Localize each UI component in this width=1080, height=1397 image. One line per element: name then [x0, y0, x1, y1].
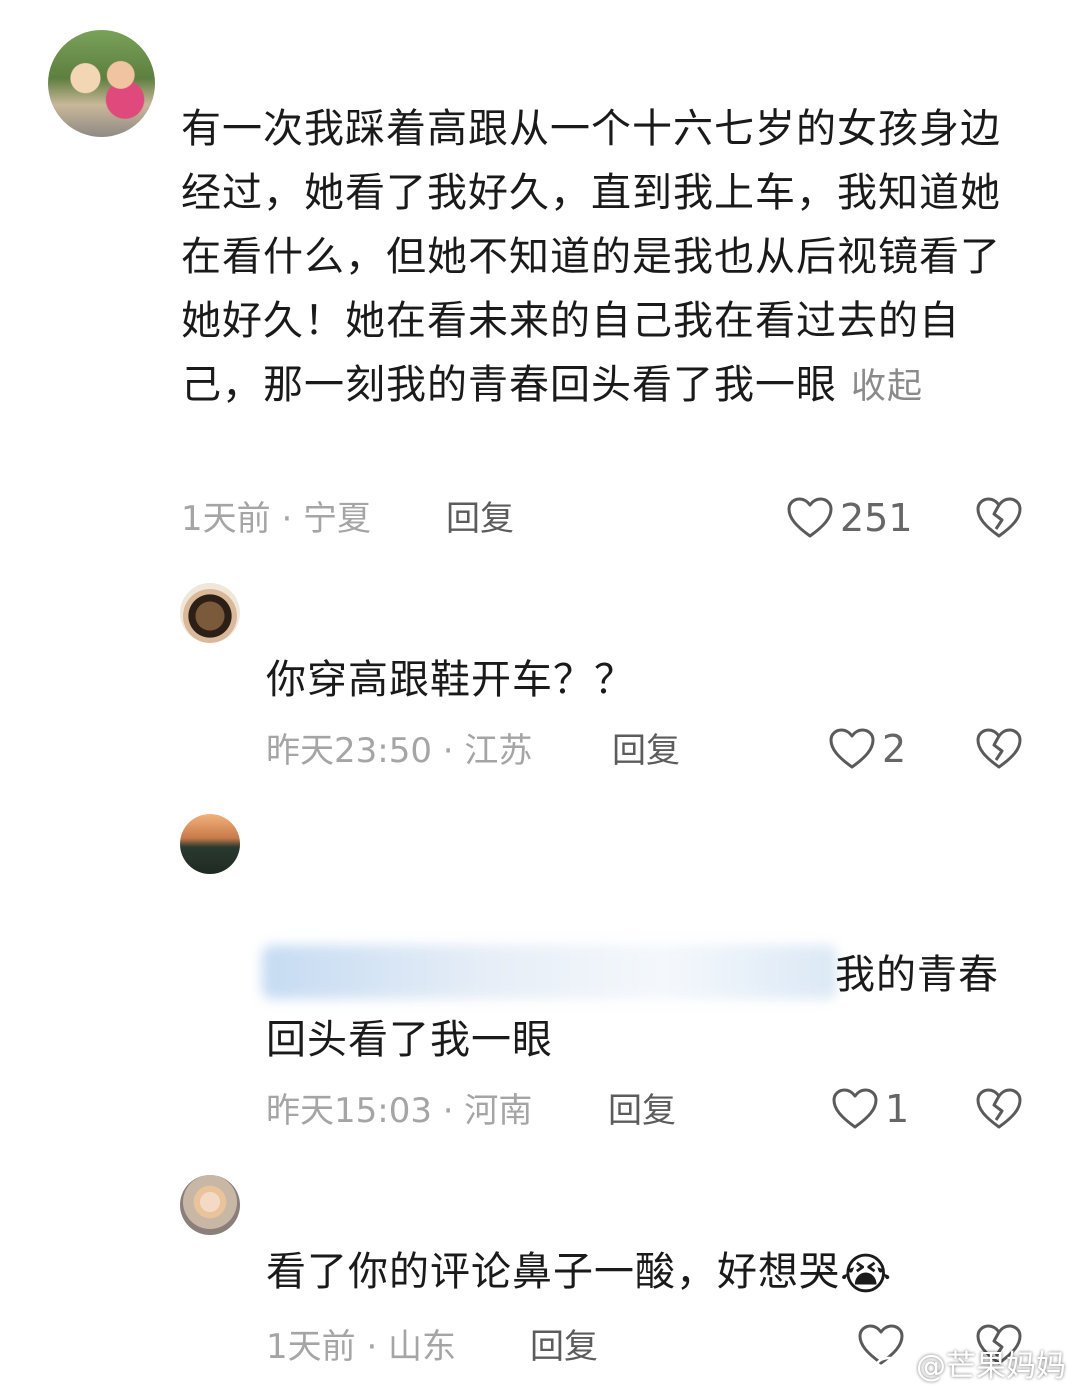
weibo-logo-icon	[874, 1350, 909, 1378]
reply-meta: 1天前 · 山东	[266, 1327, 457, 1367]
reply-button[interactable]: 回复	[612, 729, 680, 773]
reply-text-line1: 我的青春	[835, 952, 999, 998]
avatar[interactable]	[180, 1175, 240, 1235]
dislike-button[interactable]	[975, 727, 1023, 775]
broken-heart-icon	[976, 1088, 1022, 1129]
dislike-button[interactable]	[975, 496, 1023, 544]
comment-meta: 1天前 · 宁夏	[181, 499, 372, 539]
reply-body: 看了你的评论鼻子一酸，好想哭	[266, 1249, 840, 1295]
watermark-text: @芒果妈妈	[916, 1349, 1066, 1384]
like-count: 1	[885, 1087, 910, 1131]
reply-text: 你穿高跟鞋开车？？	[266, 657, 635, 703]
broken-heart-icon	[976, 497, 1022, 538]
heart-icon	[829, 728, 875, 769]
dislike-button[interactable]	[975, 1087, 1023, 1135]
like-button[interactable]: 2	[828, 727, 906, 771]
reply-button[interactable]: 回复	[446, 497, 514, 541]
reply-button[interactable]: 回复	[530, 1325, 598, 1369]
crying-face-emoji: 😭	[840, 1249, 893, 1300]
reply-meta: 昨天23:50 · 江苏	[266, 731, 533, 771]
like-button[interactable]: 251	[786, 496, 913, 540]
heart-icon	[787, 497, 833, 538]
reply-button[interactable]: 回复	[608, 1089, 676, 1133]
broken-heart-icon	[976, 728, 1022, 769]
comment-text: 有一次我踩着高跟从一个十六七岁的女孩身边经过，她看了我好久，直到我上车，我知道她…	[181, 97, 1011, 419]
like-count: 2	[882, 727, 907, 771]
like-count: 251	[840, 496, 913, 540]
reply-meta: 昨天15:03 · 河南	[266, 1091, 533, 1131]
avatar[interactable]	[48, 30, 155, 137]
like-button[interactable]: 1	[831, 1087, 909, 1131]
reply-text-line2: 回头看了我一眼	[266, 1017, 553, 1063]
avatar[interactable]	[180, 583, 240, 643]
blurred-mentions	[262, 945, 837, 999]
reply-text: 看了你的评论鼻子一酸，好想哭😭	[266, 1240, 892, 1307]
watermark: @芒果妈妈	[874, 1341, 1066, 1385]
collapse-link[interactable]: 收起	[851, 367, 923, 407]
heart-icon	[832, 1088, 878, 1129]
comment-body: 有一次我踩着高跟从一个十六七岁的女孩身边经过，她看了我好久，直到我上车，我知道她…	[181, 106, 1001, 408]
avatar[interactable]	[180, 814, 240, 874]
